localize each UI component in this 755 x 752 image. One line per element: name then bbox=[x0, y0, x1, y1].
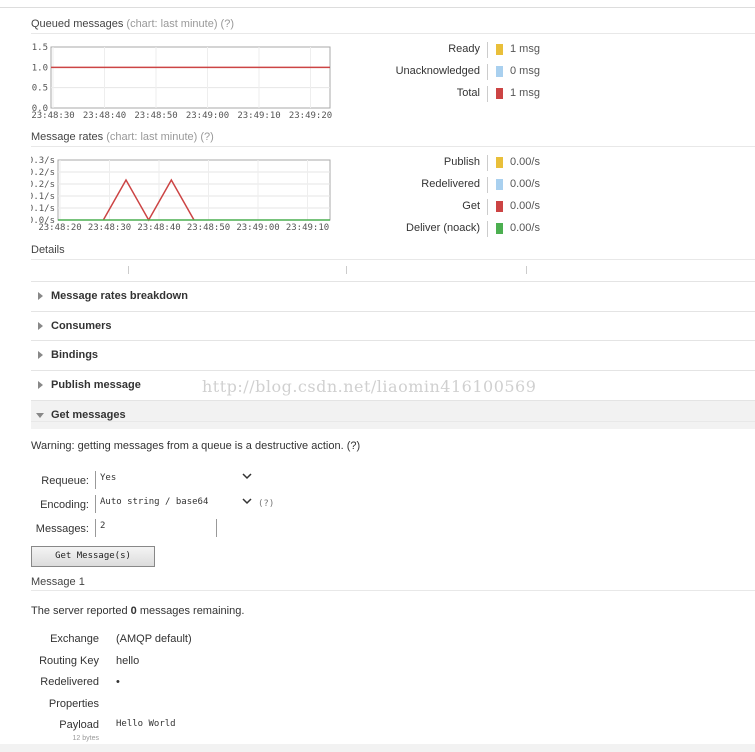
rates-legend-swatch bbox=[496, 201, 503, 212]
section-toggle-consumers[interactable]: Consumers bbox=[31, 311, 755, 340]
rates-legend-label: Get bbox=[462, 200, 480, 212]
encoding-select[interactable]: Auto string / base64 bbox=[95, 495, 255, 513]
section-toggle-get-messages[interactable]: Get messages bbox=[31, 400, 755, 429]
section-toggle-message-rates-breakdown[interactable]: Message rates breakdown bbox=[31, 281, 755, 310]
section-label: Bindings bbox=[51, 349, 99, 361]
message-divider bbox=[31, 590, 755, 591]
message-field-value: • bbox=[116, 676, 120, 688]
section-label: Publish message bbox=[51, 379, 141, 391]
bottom-scroll-strip bbox=[0, 744, 755, 752]
section-toggle-bindings[interactable]: Bindings bbox=[31, 340, 755, 369]
legend-separator bbox=[487, 177, 488, 193]
x-tick-label: 23:49:00 bbox=[186, 111, 229, 121]
rates-legend-label: Redelivered bbox=[421, 178, 480, 190]
triangle-right-icon bbox=[38, 381, 43, 389]
queued-legend-value: 0 msg bbox=[510, 65, 540, 77]
details-table-clipped bbox=[60, 266, 540, 274]
details-title: Details bbox=[31, 244, 65, 256]
section-label: Consumers bbox=[51, 320, 112, 332]
rates-legend-row: Deliver (noack) 0.00/s bbox=[0, 221, 755, 238]
rates-legend-value: 0.00/s bbox=[510, 222, 540, 234]
queued-legend-swatch bbox=[496, 66, 503, 77]
queued-divider bbox=[31, 33, 755, 34]
queued-legend-value: 1 msg bbox=[510, 43, 540, 55]
rates-legend-value: 0.00/s bbox=[510, 156, 540, 168]
rates-legend-label: Publish bbox=[443, 156, 480, 168]
encoding-label: Encoding: bbox=[40, 499, 89, 511]
message-field-value: Hello World bbox=[116, 719, 176, 729]
queued-legend-row: Unacknowledged 0 msg bbox=[0, 64, 755, 81]
queued-messages-title: Queued messages (chart: last minute) (?) bbox=[31, 18, 234, 30]
x-tick-label: 23:48:30 bbox=[31, 111, 74, 121]
message-field-value: (AMQP default) bbox=[116, 633, 192, 645]
triangle-right-icon bbox=[38, 292, 43, 300]
rates-legend-swatch bbox=[496, 223, 503, 234]
details-divider bbox=[31, 259, 755, 260]
legend-separator bbox=[487, 155, 488, 171]
x-tick-label: 23:48:40 bbox=[83, 111, 126, 121]
payload-size: 12 bytes bbox=[72, 735, 99, 742]
queued-legend-label: Ready bbox=[448, 43, 480, 55]
legend-separator bbox=[487, 221, 488, 237]
rates-legend-row: Publish 0.00/s bbox=[0, 155, 755, 172]
get-messages-button[interactable]: Get Message(s) bbox=[31, 546, 155, 567]
rates-legend-label: Deliver (noack) bbox=[406, 222, 480, 234]
section-label: Message rates breakdown bbox=[51, 290, 188, 302]
legend-separator bbox=[487, 42, 488, 58]
rates-legend-row: Get 0.00/s bbox=[0, 199, 755, 216]
section-label: Get messages bbox=[51, 409, 126, 421]
queued-legend-label: Unacknowledged bbox=[395, 65, 480, 77]
queued-legend-row: Total 1 msg bbox=[0, 86, 755, 103]
legend-separator bbox=[487, 86, 488, 102]
queued-legend-label: Total bbox=[456, 87, 480, 99]
x-tick-label: 23:49:10 bbox=[237, 111, 280, 121]
queued-legend-row: Ready 1 msg bbox=[0, 42, 755, 59]
top-toolbar-strip bbox=[0, 0, 755, 8]
message-field-label: Routing Key bbox=[39, 654, 99, 667]
message-field-label: Redelivered bbox=[40, 676, 99, 688]
triangle-right-icon bbox=[38, 322, 43, 330]
legend-separator bbox=[487, 64, 488, 80]
triangle-down-icon bbox=[36, 413, 44, 418]
triangle-right-icon bbox=[38, 351, 43, 359]
chevron-down-icon[interactable] bbox=[242, 472, 252, 483]
x-tick-label: 23:48:50 bbox=[134, 111, 177, 121]
queued-legend-swatch bbox=[496, 88, 503, 99]
encoding-help-link[interactable]: (?) bbox=[258, 499, 274, 509]
message-field-label: Exchange bbox=[50, 633, 99, 645]
rates-legend-value: 0.00/s bbox=[510, 200, 540, 212]
message-field-value: hello bbox=[116, 654, 140, 667]
queued-legend-swatch bbox=[496, 44, 503, 55]
message-1-title: Message 1 bbox=[31, 576, 85, 588]
message-rates-title: Message rates (chart: last minute) (?) bbox=[31, 131, 214, 143]
queued-legend-value: 1 msg bbox=[510, 87, 540, 99]
messages-label: Messages: bbox=[35, 523, 89, 535]
rates-legend-row: Redelivered 0.00/s bbox=[0, 177, 755, 194]
get-messages-divider bbox=[31, 421, 755, 422]
message-field-label: Payload bbox=[59, 719, 99, 731]
rates-legend-value: 0.00/s bbox=[510, 178, 540, 190]
remaining-summary: The server reported 0 messages remaining… bbox=[31, 605, 245, 617]
legend-separator bbox=[487, 199, 488, 215]
messages-count-input[interactable]: 2 bbox=[95, 519, 217, 537]
message-field-label: Properties bbox=[48, 697, 99, 710]
requeue-select[interactable]: Yes bbox=[95, 471, 255, 489]
x-tick-label: 23:49:20 bbox=[289, 111, 332, 121]
watermark-text: http://blog.csdn.net/liaomin416100569 bbox=[202, 377, 537, 396]
requeue-label: Requeue: bbox=[41, 475, 89, 487]
chevron-down-icon[interactable] bbox=[242, 497, 252, 508]
rates-legend-swatch bbox=[496, 157, 503, 168]
destructive-warning: Warning: getting messages from a queue i… bbox=[31, 440, 361, 452]
rates-legend-swatch bbox=[496, 179, 503, 190]
rates-divider bbox=[31, 146, 755, 147]
